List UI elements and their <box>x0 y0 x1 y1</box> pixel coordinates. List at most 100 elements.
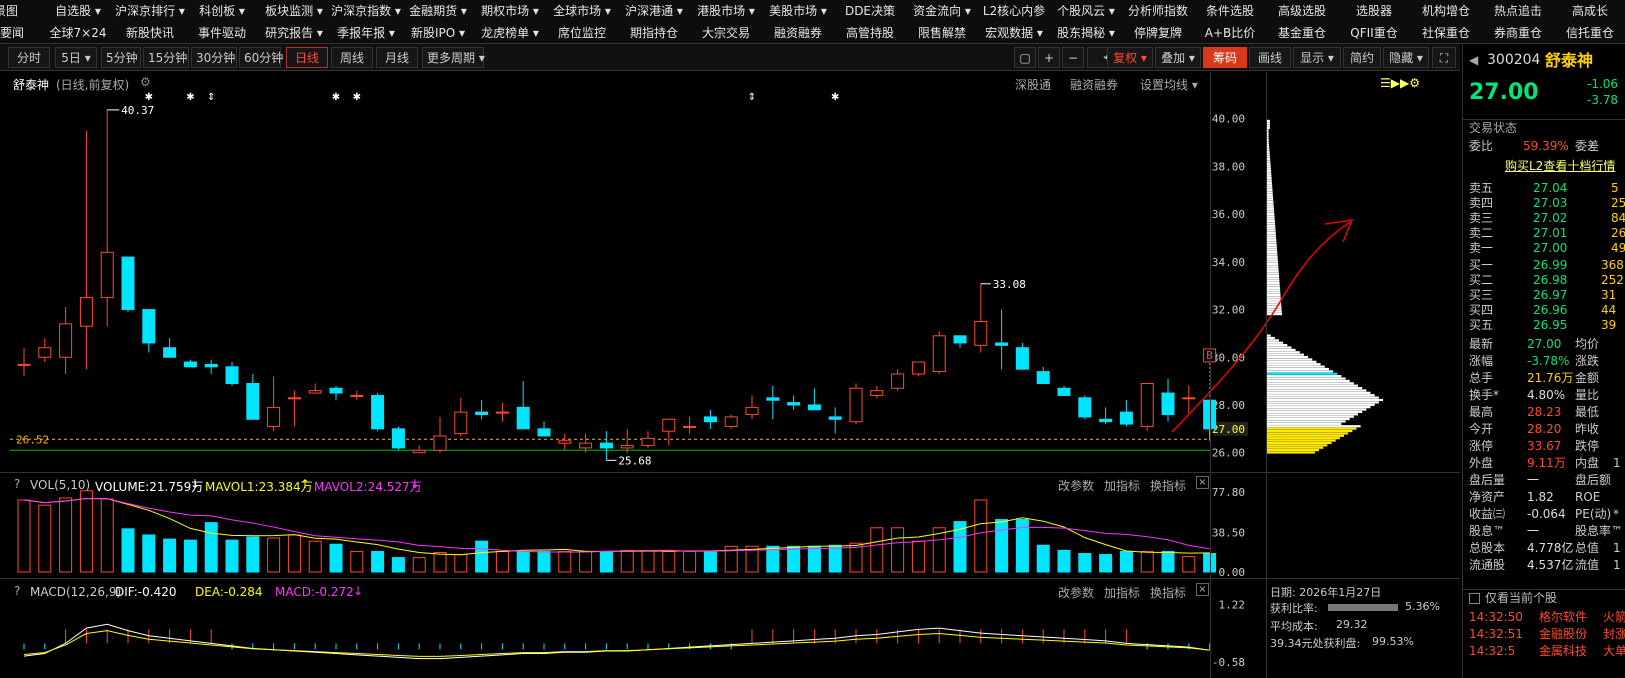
high-price-label: 40.37 <box>121 104 154 117</box>
tab-period-5[interactable]: 30分钟 <box>191 47 237 68</box>
menu-item[interactable]: 高管持股 <box>834 22 906 44</box>
menu-item[interactable]: 事件驱动 <box>186 22 258 44</box>
menu-item[interactable]: 个股风云 ▾ <box>1050 0 1122 22</box>
menu-item[interactable]: 资金流向 ▾ <box>906 0 978 22</box>
macd-edit-params[interactable]: 改参数 <box>1058 584 1094 601</box>
plus-icon[interactable]: + <box>1038 47 1060 68</box>
menu-item[interactable]: 机构增仓 <box>1410 0 1482 22</box>
menu-item[interactable]: 全球7×24 <box>42 22 114 44</box>
fullscreen-icon[interactable]: ⛶ <box>1432 47 1456 68</box>
volume-bar <box>1057 549 1071 573</box>
tab-period-1[interactable]: 分时 <box>8 47 50 68</box>
menu-item[interactable]: 沪深港通 ▾ <box>618 0 690 22</box>
vol-help-icon[interactable]: ? <box>14 477 20 491</box>
tab-period-9[interactable]: 月线 <box>376 47 418 68</box>
chip-bar <box>1266 367 1329 371</box>
candle-body <box>724 416 738 427</box>
tab-period-more[interactable]: 更多周期 ▾ <box>422 47 485 68</box>
macd-close-icon[interactable]: × <box>1196 583 1209 596</box>
menu-item[interactable]: 社保重仓 <box>1410 22 1482 44</box>
vol-add-indicator[interactable]: 加指标 <box>1104 477 1140 494</box>
tab-period-6[interactable]: 60分钟 <box>239 47 283 68</box>
menu-item[interactable]: 股东揭秘 ▾ <box>1050 22 1122 44</box>
tab-period-7[interactable]: 日线 <box>286 47 328 68</box>
menu-item[interactable]: 停牌复牌 <box>1122 22 1194 44</box>
menu-item[interactable]: 全球市场 ▾ <box>546 0 618 22</box>
menu-item[interactable]: 板块监测 ▾ <box>258 0 330 22</box>
menu-item[interactable]: 沪深京指数 ▾ <box>330 0 402 22</box>
candle-body <box>620 445 634 449</box>
vol-close-icon[interactable]: × <box>1196 476 1209 489</box>
menu-item[interactable]: 席位监控 <box>546 22 618 44</box>
menu-item[interactable]: A+B比价 <box>1194 22 1266 44</box>
menu-item[interactable]: 新股快讯 <box>114 22 186 44</box>
menu-item[interactable]: 沪深京排行 ▾ <box>114 0 186 22</box>
menu-item[interactable]: 券商重仓 <box>1482 22 1554 44</box>
lock-icon[interactable]: ▢ <box>1014 47 1036 68</box>
vol-edit-params[interactable]: 改参数 <box>1058 477 1094 494</box>
quote-panel: ◀ 300204 舒泰神 27.00 -1.06 -3.78 交易状态 委比 5… <box>1462 44 1625 678</box>
fuquan-button[interactable]: 复权 ▾ <box>1107 47 1153 68</box>
back-arrow-icon[interactable]: ◀ <box>1469 52 1478 69</box>
buy-l2-link[interactable]: 购买L2查看十档行情 <box>1505 158 1615 175</box>
tab-period-8[interactable]: 周线 <box>331 47 373 68</box>
menu-item[interactable]: L2核心内参 <box>978 0 1050 22</box>
chip-bar <box>1266 250 1278 254</box>
chip-bar <box>1266 449 1320 452</box>
menu-item[interactable]: 宏观数据 ▾ <box>978 22 1050 44</box>
overlay-button[interactable]: 叠加 ▾ <box>1155 47 1201 68</box>
candle-body <box>267 406 281 427</box>
menu-item[interactable]: 龙虎榜单 ▾ <box>474 22 546 44</box>
menu-item[interactable]: DDE决策 <box>834 0 906 22</box>
volume-bar <box>267 537 281 573</box>
chip-bar <box>1266 255 1278 258</box>
menu-item[interactable]: 热点追击 <box>1482 0 1554 22</box>
chip-button[interactable]: 筹码 <box>1203 47 1247 68</box>
menu-item[interactable]: 基金重仓 <box>1266 22 1338 44</box>
volume-bar <box>870 527 884 573</box>
mid-price-label: 33.08 <box>993 278 1026 291</box>
menu-item[interactable]: 季报年报 ▾ <box>330 22 402 44</box>
chart-area: 舒泰神 (日线,前复权) ⚙ 深股通 融资融券 设置均线 ▾ ☰▶▶⚙ 40.0… <box>0 72 1460 678</box>
display-button[interactable]: 显示 ▾ <box>1293 47 1341 68</box>
menu-item[interactable]: 研究报告 ▾ <box>258 22 330 44</box>
menu-item[interactable]: 高成长 <box>1554 0 1625 22</box>
menu-item[interactable]: 融资融券 <box>762 22 834 44</box>
menu-item[interactable]: 限售解禁 <box>906 22 978 44</box>
menu-item[interactable]: 金融期货 ▾ <box>402 0 474 22</box>
volume-bar <box>558 550 572 573</box>
menu-item[interactable]: 信托重仓 <box>1554 22 1625 44</box>
menu-item[interactable]: 科创板 ▾ <box>186 0 258 22</box>
menu-item[interactable]: 港股市场 ▾ <box>690 0 762 22</box>
tab-period-3[interactable]: 5分钟 <box>101 47 141 68</box>
macd-help-icon[interactable]: ? <box>14 584 20 598</box>
menu-item[interactable]: 美股市场 ▾ <box>762 0 834 22</box>
tab-period-4[interactable]: 15分钟 <box>143 47 189 68</box>
chip-bar <box>1266 432 1349 435</box>
simple-button[interactable]: 简约 <box>1343 47 1381 68</box>
macd-add-indicator[interactable]: 加指标 <box>1104 584 1140 601</box>
menu-item[interactable]: 选股器 <box>1338 0 1410 22</box>
menu-item[interactable]: 景图 <box>0 0 42 22</box>
menu-item[interactable]: 新股IPO ▾ <box>402 22 474 44</box>
volume-bar <box>807 545 821 573</box>
menu-item[interactable]: 自选股 ▾ <box>42 0 114 22</box>
menu-item[interactable]: 期权市场 ▾ <box>474 0 546 22</box>
macd-switch-indicator[interactable]: 换指标 <box>1150 584 1186 601</box>
draw-button[interactable]: 画线 <box>1249 47 1291 68</box>
menu-item[interactable]: 大宗交易 <box>690 22 762 44</box>
candle-body <box>412 449 426 454</box>
menu-item[interactable]: 分析师指数 <box>1122 0 1194 22</box>
menu-item[interactable]: 条件选股 <box>1194 0 1266 22</box>
menu-item[interactable]: 经要闻 <box>0 22 42 44</box>
hide-button[interactable]: 隐藏 ▾ <box>1383 47 1429 68</box>
volume-bar <box>620 549 634 573</box>
chip-bar <box>1266 260 1278 263</box>
menu-item[interactable]: 高级选股 <box>1266 0 1338 22</box>
menu-item[interactable]: 期指持仓 <box>618 22 690 44</box>
vol-switch-indicator[interactable]: 换指标 <box>1150 477 1186 494</box>
tab-period-2[interactable]: 5日 ▾ <box>55 47 97 68</box>
menu-item[interactable]: QFII重仓 <box>1338 22 1410 44</box>
only-current-checkbox[interactable] <box>1469 593 1480 604</box>
minus-icon[interactable]: − <box>1062 47 1084 68</box>
